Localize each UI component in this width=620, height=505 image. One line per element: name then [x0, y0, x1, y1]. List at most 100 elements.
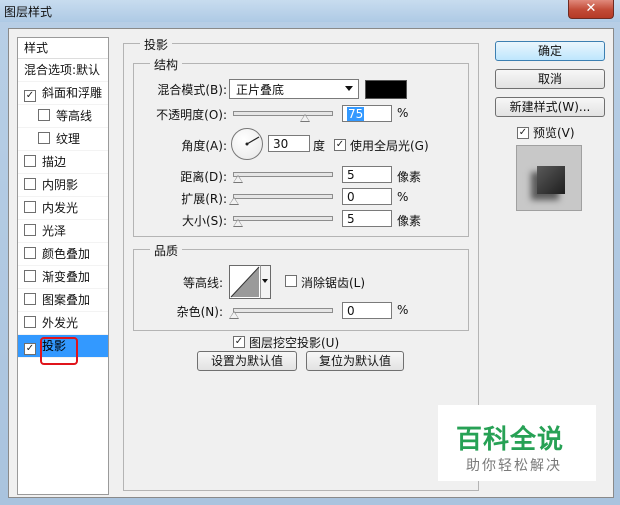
- reset-default-button[interactable]: 复位为默认值: [306, 351, 404, 371]
- sidebar-item-label: 等高线: [56, 109, 93, 123]
- noise-unit: %: [397, 303, 409, 317]
- sidebar-item-texture[interactable]: 纹理: [18, 128, 108, 151]
- blend-mode-value: 正片叠底: [236, 83, 285, 97]
- sidebar-item-contour[interactable]: 等高线: [18, 105, 108, 128]
- angle-unit: 度: [313, 139, 326, 153]
- sidebar-item-pattern-overlay[interactable]: 图案叠加: [18, 289, 108, 312]
- size-input[interactable]: 5: [342, 210, 392, 227]
- close-button[interactable]: ✕: [568, 0, 614, 19]
- spread-slider-thumb[interactable]: [229, 197, 239, 205]
- sidebar-item-color-overlay[interactable]: 颜色叠加: [18, 243, 108, 266]
- noise-slider[interactable]: [233, 308, 333, 313]
- new-style-button[interactable]: 新建样式(W)...: [495, 97, 605, 117]
- knockout-label[interactable]: 图层挖空投影(U): [249, 334, 339, 351]
- set-default-button[interactable]: 设置为默认值: [197, 351, 297, 371]
- checkbox[interactable]: [24, 293, 36, 305]
- red-highlight-annotation: [40, 337, 78, 365]
- structure-title: 结构: [150, 56, 183, 73]
- anti-alias-checkbox[interactable]: [285, 275, 297, 287]
- styles-list: 样式 混合选项:默认 ✓ 斜面和浮雕 等高线 纹理 描边 内阴影 内发光 光泽 …: [17, 37, 109, 495]
- drop-shadow-title: 投影: [140, 36, 173, 53]
- watermark-sub-text: 助你轻松解决: [466, 458, 562, 474]
- checkbox[interactable]: [24, 178, 36, 190]
- spread-unit: %: [397, 190, 409, 204]
- sidebar-item-label: 图案叠加: [42, 293, 91, 307]
- size-slider[interactable]: [233, 216, 333, 221]
- angle-label: 角度(A):: [181, 139, 227, 153]
- chevron-down-icon[interactable]: [260, 265, 271, 299]
- size-unit: 像素: [397, 214, 422, 228]
- shadow-color-swatch[interactable]: [365, 80, 407, 99]
- anti-alias-label[interactable]: 消除锯齿(L): [301, 274, 365, 291]
- sidebar-item-blending-options[interactable]: 混合选项:默认: [18, 59, 108, 82]
- checkbox[interactable]: [38, 109, 50, 121]
- distance-input[interactable]: 5: [342, 166, 392, 183]
- sidebar-item-gradient-overlay[interactable]: 渐变叠加: [18, 266, 108, 289]
- global-light-checkbox[interactable]: ✓: [334, 139, 346, 151]
- checkbox[interactable]: [24, 155, 36, 167]
- checkbox[interactable]: [24, 316, 36, 328]
- knockout-checkbox[interactable]: ✓: [233, 336, 245, 348]
- opacity-input[interactable]: 75: [342, 105, 392, 122]
- blend-mode-label: 混合模式(B):: [157, 83, 227, 97]
- chevron-down-icon: [345, 86, 353, 91]
- cancel-button[interactable]: 取消: [495, 69, 605, 89]
- sidebar-item-outer-glow[interactable]: 外发光: [18, 312, 108, 335]
- sidebar-item-bevel-emboss[interactable]: ✓ 斜面和浮雕: [18, 82, 108, 105]
- preview-shape: [537, 166, 565, 194]
- sidebar-item-label: 颜色叠加: [42, 247, 91, 261]
- sidebar-item-label: 内阴影: [42, 178, 79, 192]
- sidebar-item-inner-glow[interactable]: 内发光: [18, 197, 108, 220]
- sidebar-item-stroke[interactable]: 描边: [18, 151, 108, 174]
- sidebar-item-label: 描边: [42, 155, 67, 169]
- sidebar-item-label: 斜面和浮雕: [42, 86, 103, 100]
- opacity-unit: %: [397, 106, 409, 120]
- distance-slider-thumb[interactable]: [233, 175, 243, 183]
- angle-dial[interactable]: [231, 128, 263, 160]
- checkbox[interactable]: [24, 201, 36, 213]
- watermark: 百科全说 助你轻松解决: [438, 405, 596, 481]
- size-slider-thumb[interactable]: [233, 219, 243, 227]
- styles-list-header[interactable]: 样式: [18, 38, 108, 59]
- spread-input[interactable]: 0: [342, 188, 392, 205]
- ok-button[interactable]: 确定: [495, 41, 605, 61]
- sidebar-item-label: 渐变叠加: [42, 270, 91, 284]
- checkbox[interactable]: [24, 270, 36, 282]
- preview-thumbnail: [516, 145, 582, 211]
- checkbox[interactable]: ✓: [24, 343, 36, 355]
- checkbox[interactable]: [38, 132, 50, 144]
- sidebar-item-label: 光泽: [42, 224, 67, 238]
- window-title: 图层样式: [4, 5, 53, 19]
- blend-mode-select[interactable]: 正片叠底: [229, 79, 359, 99]
- opacity-slider-thumb[interactable]: [300, 114, 310, 122]
- sidebar-item-label: 内发光: [42, 201, 79, 215]
- distance-unit: 像素: [397, 170, 422, 184]
- spread-slider[interactable]: [233, 194, 333, 199]
- sidebar-item-satin[interactable]: 光泽: [18, 220, 108, 243]
- contour-picker[interactable]: [229, 265, 271, 299]
- sidebar-item-inner-shadow[interactable]: 内阴影: [18, 174, 108, 197]
- noise-input[interactable]: 0: [342, 302, 392, 319]
- checkbox[interactable]: [24, 224, 36, 236]
- sidebar-item-label: 混合选项:默认: [24, 63, 101, 77]
- noise-label: 杂色(N):: [176, 305, 223, 319]
- preview-label[interactable]: 预览(V): [533, 124, 575, 141]
- preview-checkbox[interactable]: ✓: [517, 127, 529, 139]
- noise-slider-thumb[interactable]: [229, 311, 239, 319]
- angle-input[interactable]: 30: [268, 135, 310, 152]
- title-bar: 图层样式 ✕: [0, 0, 620, 22]
- distance-slider[interactable]: [233, 172, 333, 177]
- distance-label: 距离(D):: [180, 170, 227, 184]
- spread-label: 扩展(R):: [181, 192, 227, 206]
- dialog-window: 图层样式 ✕ 样式 混合选项:默认 ✓ 斜面和浮雕 等高线 纹理 描边 内阴影: [0, 0, 620, 505]
- checkbox[interactable]: ✓: [24, 90, 36, 102]
- contour-curve-icon: [230, 266, 260, 298]
- global-light-label[interactable]: 使用全局光(G): [350, 137, 429, 154]
- sidebar-item-label: 纹理: [56, 132, 81, 146]
- sidebar-item-drop-shadow[interactable]: ✓ 投影: [18, 335, 108, 365]
- opacity-label: 不透明度(O):: [156, 108, 227, 122]
- quality-title: 品质: [150, 242, 183, 259]
- contour-label: 等高线:: [182, 276, 223, 290]
- checkbox[interactable]: [24, 247, 36, 259]
- opacity-slider[interactable]: [233, 111, 333, 116]
